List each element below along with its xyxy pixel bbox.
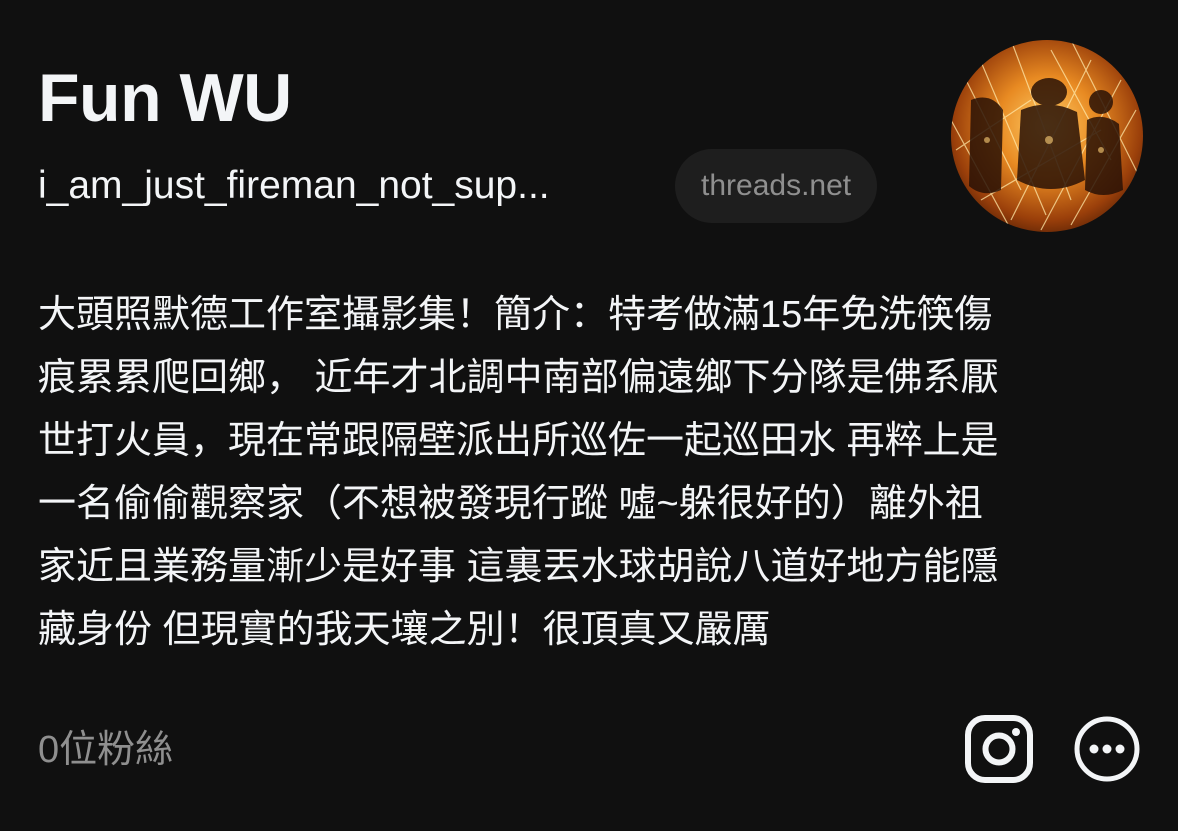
more-options-icon (1074, 716, 1140, 782)
bio-line: 一名偷偷觀察家（不想被發現行蹤 噓~躲很好的）離外祖 (38, 483, 983, 525)
bio-line: 大頭照默德工作室攝影集！簡介：特考做滿15年免洗筷傷 (38, 294, 993, 336)
avatar[interactable] (951, 40, 1143, 232)
avatar-image (951, 40, 1143, 232)
instagram-button[interactable] (964, 714, 1034, 784)
instagram-icon (965, 715, 1033, 783)
threads-domain-badge[interactable]: threads.net (675, 149, 878, 223)
profile-bio: 大頭照默德工作室攝影集！簡介：特考做滿15年免洗筷傷 痕累累爬回鄉， 近年才北調… (38, 284, 1138, 662)
bio-line: 痕累累爬回鄉， 近年才北調中南部偏遠鄉下分隊是佛系厭 (38, 357, 999, 399)
bio-line: 家近且業務量漸少是好事 這裏丟水球胡說八道好地方能隱 (38, 546, 999, 588)
followers-count[interactable]: 0位粉絲 (38, 726, 173, 774)
bio-line: 藏身份 但現實的我天壤之別！很頂真又嚴厲 (38, 609, 771, 651)
handle-row: i_am_just_fireman_not_sup... threads.net (38, 148, 878, 224)
more-options-button[interactable] (1072, 714, 1142, 784)
profile-handle[interactable]: i_am_just_fireman_not_sup... (38, 162, 648, 210)
bio-line: 世打火員，現在常跟隔壁派出所巡佐一起巡田水 再粹上是 (38, 420, 999, 462)
profile-name: Fun WU (38, 60, 292, 136)
